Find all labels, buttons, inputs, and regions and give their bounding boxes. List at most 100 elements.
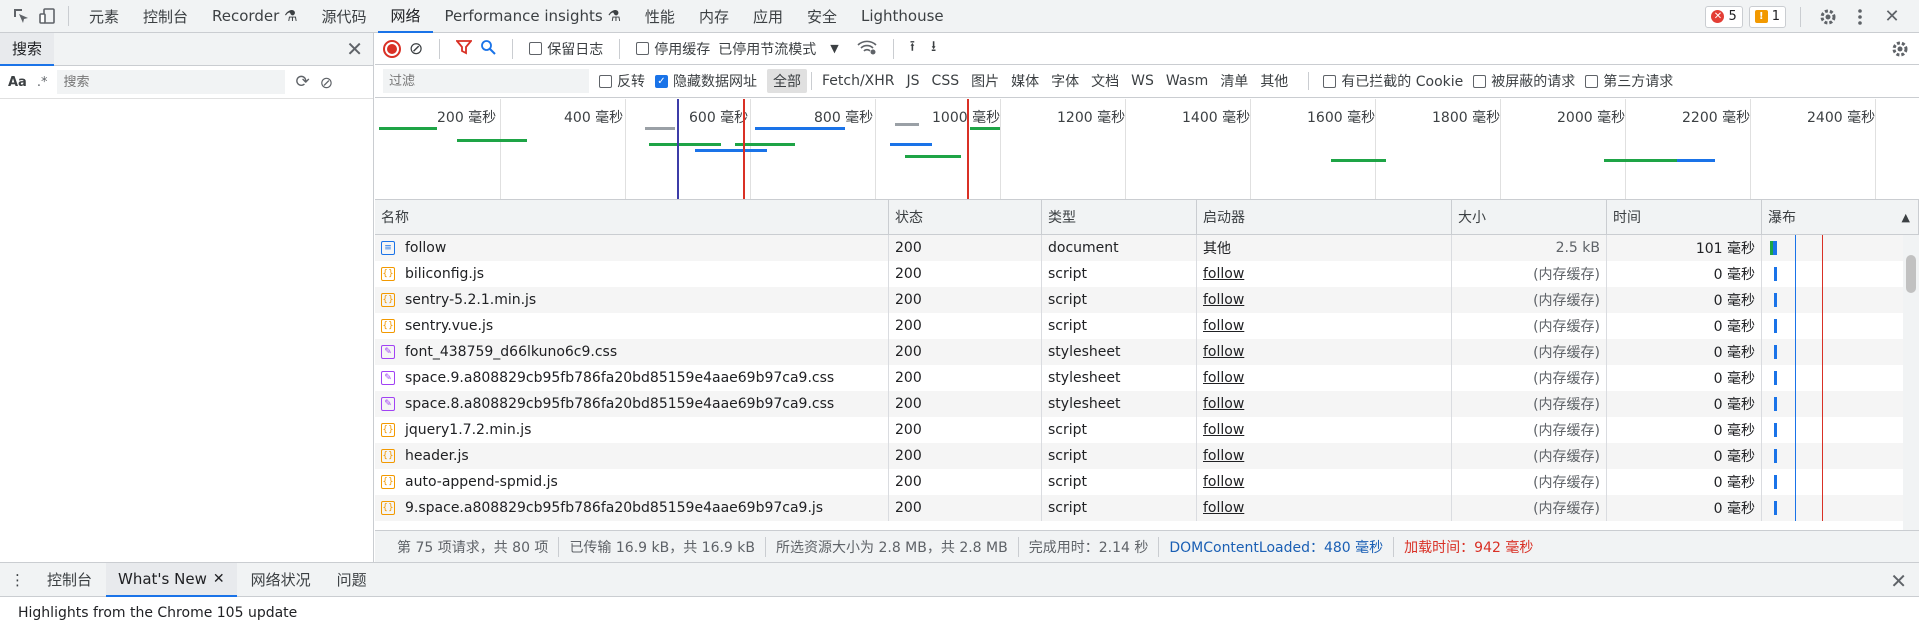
network-settings-gear-icon[interactable] [1891,40,1909,62]
cell-initiator[interactable]: follow [1197,469,1452,495]
cell-name[interactable]: {} header.js [375,443,889,469]
table-row[interactable]: ✎ space.9.a808829cb95fb786fa20bd85159e4aa… [375,365,1919,391]
table-row[interactable]: ≡ follow 200 document 其他 2.5 kB 101 毫秒 [375,235,1919,261]
cell-initiator[interactable]: follow [1197,495,1452,521]
filter-js[interactable]: JS [901,71,926,91]
column-name[interactable]: 名称 [375,200,889,234]
cell-name[interactable]: ✎ space.9.a808829cb95fb786fa20bd85159e4aa… [375,365,889,391]
cell-name[interactable]: ✎ font_438759_d66lkuno6c9.css [375,339,889,365]
clear-icon[interactable]: ⊘ [320,73,333,92]
initiator-link[interactable]: follow [1203,266,1244,282]
error-count-badge[interactable]: ✕ 5 [1705,5,1743,28]
settings-gear-icon[interactable] [1815,4,1841,30]
filter-other[interactable]: 其他 [1254,69,1294,93]
tab-security[interactable]: 安全 [795,0,849,33]
scrollbar-thumb[interactable] [1906,255,1916,293]
cell-initiator[interactable]: follow [1197,287,1452,313]
initiator-link[interactable]: follow [1203,318,1244,334]
cell-initiator[interactable]: follow [1197,261,1452,287]
export-har-icon[interactable]: ⭳ [931,36,936,61]
disable-cache-checkbox[interactable]: 停用缓存 [636,39,710,59]
table-row[interactable]: ✎ font_438759_d66lkuno6c9.css 200 styleshee… [375,339,1919,365]
tab-performance[interactable]: 性能 [633,0,687,33]
match-case-toggle[interactable]: Aa [8,75,27,90]
search-input[interactable] [57,70,286,94]
column-initiator[interactable]: 启动器 [1197,200,1452,234]
tab-lighthouse[interactable]: Lighthouse [849,0,956,33]
network-conditions-icon[interactable] [857,39,877,59]
tab-application[interactable]: 应用 [741,0,795,33]
cell-name[interactable]: ✎ space.8.a808829cb95fb786fa20bd85159e4aa… [375,391,889,417]
column-waterfall[interactable]: 瀑布 ▲ [1762,200,1919,234]
drawer-tab-network-conditions[interactable]: 网络状况 [239,563,323,597]
filter-input[interactable] [383,69,589,93]
cell-initiator[interactable]: follow [1197,417,1452,443]
table-row[interactable]: {} sentry.vue.js 200 script follow (内存缓存) 0 毫秒 [375,313,1919,339]
cell-name[interactable]: {} auto-append-spmid.js [375,469,889,495]
cell-name[interactable]: {} biliconfig.js [375,261,889,287]
preserve-log-checkbox[interactable]: 保留日志 [529,39,603,59]
filter-all[interactable]: 全部 [767,69,807,93]
third-party-checkbox[interactable]: 第三方请求 [1585,71,1673,91]
table-scrollbar[interactable] [1903,235,1919,530]
close-icon[interactable]: ✕ [346,37,363,61]
regex-toggle[interactable]: .* [37,75,48,90]
filter-media[interactable]: 媒体 [1005,69,1045,93]
drawer-tab-whats-new[interactable]: What's New ✕ [106,562,237,597]
initiator-link[interactable]: follow [1203,396,1244,412]
close-drawer-icon[interactable]: ✕ [1890,569,1907,593]
filter-font[interactable]: 字体 [1045,69,1085,93]
tab-memory[interactable]: 内存 [687,0,741,33]
filter-css[interactable]: CSS [926,71,966,91]
tab-sources[interactable]: 源代码 [309,0,378,33]
cell-initiator[interactable]: follow [1197,365,1452,391]
close-devtools-icon[interactable]: ✕ [1879,4,1905,30]
table-row[interactable]: {} header.js 200 script follow (内存缓存) 0 毫秒 [375,443,1919,469]
filter-img[interactable]: 图片 [965,69,1005,93]
device-toolbar-icon[interactable] [34,3,60,29]
refresh-icon[interactable]: ⟳ [295,72,309,92]
filter-fetch-xhr[interactable]: Fetch/XHR [816,71,901,91]
cell-name[interactable]: {} 9.space.a808829cb95fb786fa20bd85159e4a… [375,495,889,521]
close-tab-icon[interactable]: ✕ [213,571,225,587]
initiator-link[interactable]: follow [1203,344,1244,360]
filter-ws[interactable]: WS [1125,71,1160,91]
drawer-menu-icon[interactable]: ⋮ [10,571,25,589]
initiator-link[interactable]: follow [1203,448,1244,464]
cell-initiator[interactable]: follow [1197,391,1452,417]
initiator-link[interactable]: follow [1203,474,1244,490]
network-overview[interactable]: 200 毫秒 400 毫秒 600 毫秒 800 毫秒 1000 毫秒 1200… [375,99,1919,200]
column-time[interactable]: 时间 [1607,200,1762,234]
tab-elements[interactable]: 元素 [77,0,131,33]
cell-name[interactable]: ≡ follow [375,235,889,261]
blocked-requests-checkbox[interactable]: 被屏蔽的请求 [1473,71,1575,91]
filter-wasm[interactable]: Wasm [1160,71,1214,91]
tab-console[interactable]: 控制台 [131,0,200,33]
table-row[interactable]: {} auto-append-spmid.js 200 script follow (内存… [375,469,1919,495]
filter-icon[interactable] [455,39,474,59]
table-row[interactable]: {} biliconfig.js 200 script follow (内存缓存) 0 毫秒 [375,261,1919,287]
cell-name[interactable]: {} sentry.vue.js [375,313,889,339]
table-row[interactable]: ✎ space.8.a808829cb95fb786fa20bd85159e4aa… [375,391,1919,417]
cell-name[interactable]: {} jquery1.7.2.min.js [375,417,889,443]
tab-search[interactable]: 搜索 [0,32,55,66]
column-status[interactable]: 状态 [889,200,1042,234]
column-size[interactable]: 大小 [1452,200,1607,234]
tab-recorder[interactable]: Recorder ⚗ [200,0,309,33]
cell-initiator[interactable]: follow [1197,339,1452,365]
cell-name[interactable]: {} sentry-5.2.1.min.js [375,287,889,313]
cell-initiator[interactable]: follow [1197,443,1452,469]
sort-up-icon[interactable]: ▲ [1902,211,1910,224]
inspect-element-icon[interactable] [8,3,34,29]
throttle-select[interactable]: 已停用节流模式 [718,39,816,59]
warning-count-badge[interactable]: ! 1 [1748,5,1786,28]
record-button[interactable] [383,39,401,58]
cell-initiator[interactable]: follow [1197,313,1452,339]
tab-network[interactable]: 网络 [378,0,433,33]
drawer-tab-console[interactable]: 控制台 [35,563,104,597]
invert-checkbox[interactable]: 反转 [599,71,645,91]
drawer-tab-issues[interactable]: 问题 [325,563,379,597]
filter-doc[interactable]: 文档 [1085,69,1125,93]
table-row[interactable]: {} sentry-5.2.1.min.js 200 script follow (内存缓… [375,287,1919,313]
filter-manifest[interactable]: 清单 [1214,69,1254,93]
